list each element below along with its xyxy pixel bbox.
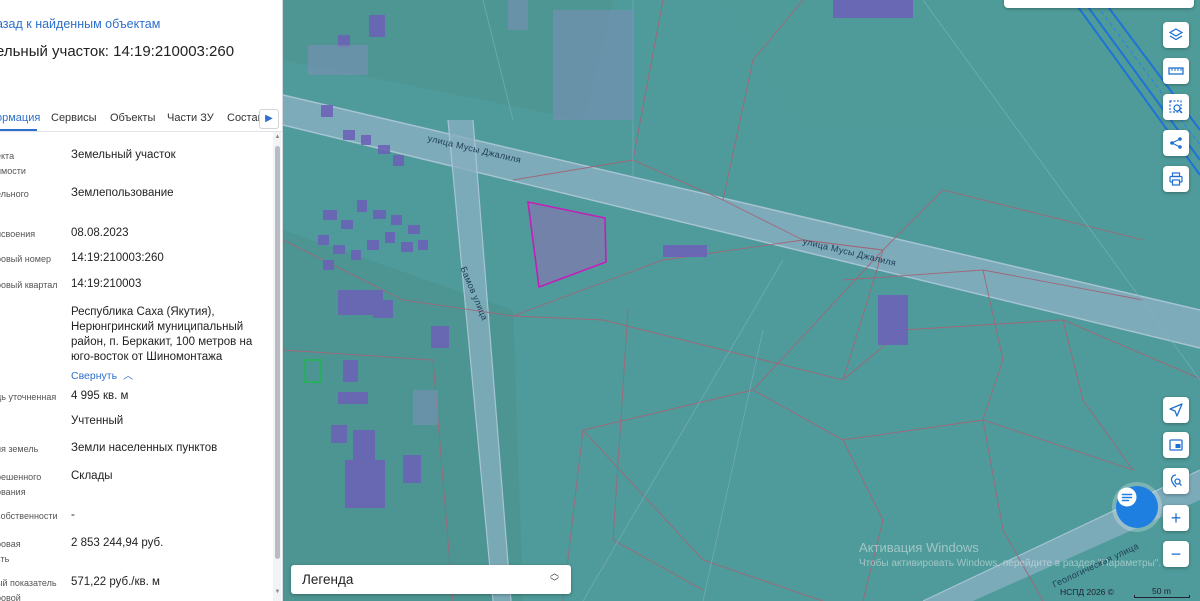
field-label-cadastral-quarter: ровый квартал bbox=[0, 280, 58, 290]
field-label-cadastral-number: ровый номер bbox=[0, 254, 51, 264]
area-select-icon bbox=[1169, 100, 1183, 114]
zoom-in-button[interactable]: + bbox=[1163, 505, 1189, 531]
field-label-object-type: ектаимости bbox=[0, 151, 26, 176]
ruler-icon bbox=[1168, 67, 1184, 75]
field-value-cadastral-quarter: 14:19:210003 bbox=[71, 278, 142, 290]
field-label-area: дь уточненная bbox=[0, 392, 57, 402]
tab-parts[interactable]: Части ЗУ bbox=[167, 112, 214, 124]
scale-bar bbox=[1134, 595, 1190, 598]
field-value-kind: Землепользование bbox=[71, 187, 174, 199]
active-tab-indicator bbox=[0, 129, 37, 131]
share-button[interactable] bbox=[1163, 130, 1189, 156]
map-view[interactable]: улица Мусы Джалиля улица Мусы Джалиля Ба… bbox=[283, 0, 1200, 601]
print-button[interactable] bbox=[1163, 166, 1189, 192]
print-icon bbox=[1169, 172, 1183, 186]
tab-objects[interactable]: Объекты bbox=[110, 112, 155, 124]
scroll-down-icon[interactable]: ▼ bbox=[274, 589, 281, 597]
info-panel: азад к найденным объектам ельный участок… bbox=[0, 0, 283, 601]
chevron-up-icon: ︿ bbox=[123, 371, 134, 382]
zoom-in-icon: + bbox=[1170, 507, 1182, 528]
zoom-out-button[interactable]: − bbox=[1163, 541, 1189, 567]
minimap-icon bbox=[1169, 439, 1183, 451]
zoom-out-icon: − bbox=[1170, 543, 1182, 564]
field-value-assign-date: 08.08.2023 bbox=[71, 227, 129, 239]
layers-icon bbox=[1169, 28, 1183, 41]
legend-dropdown[interactable]: Легенда ︿ ﹀ bbox=[291, 565, 571, 594]
chat-button[interactable] bbox=[1116, 486, 1158, 528]
map-search-box[interactable] bbox=[1004, 0, 1194, 8]
tabs-next-button[interactable]: ▶ bbox=[259, 109, 279, 129]
tab-services[interactable]: Сервисы bbox=[51, 112, 97, 124]
minimap-button[interactable] bbox=[1163, 432, 1189, 458]
field-label-permitted-use: решенногоования bbox=[0, 472, 42, 497]
field-value-land-category: Земли населенных пунктов bbox=[71, 442, 218, 454]
back-to-results-link[interactable]: азад к найденным объектам bbox=[0, 17, 160, 31]
legend-label: Легенда bbox=[302, 572, 354, 587]
scroll-up-icon[interactable]: ▲ bbox=[274, 134, 281, 142]
panel-scrollbar-thumb[interactable] bbox=[275, 146, 280, 559]
info-tabs: ормация Сервисы Объекты Части ЗУ Состав bbox=[0, 104, 282, 132]
chevron-right-icon: ▶ bbox=[265, 113, 273, 124]
field-value-ownership: - bbox=[71, 509, 75, 521]
layers-button[interactable] bbox=[1163, 22, 1189, 48]
chevron-updown-icon: ︿ ﹀ bbox=[549, 568, 559, 587]
field-label-assign-date: исвоения bbox=[0, 229, 36, 239]
tab-information[interactable]: ормация bbox=[0, 112, 40, 124]
object-title: ельный участок: 14:19:210003:260 bbox=[0, 43, 235, 60]
locate-icon bbox=[1169, 403, 1183, 417]
map-copyright: НСПД 2026 © bbox=[1060, 587, 1115, 597]
windows-activation-watermark: Активация Windows Чтобы активировать Win… bbox=[859, 540, 1162, 569]
field-value-area: 4 995 кв. м bbox=[71, 390, 129, 402]
chat-icon bbox=[1117, 487, 1137, 507]
field-value-status: Учтенный bbox=[71, 415, 124, 427]
collapse-address-link[interactable]: Свернуть ︿ bbox=[71, 367, 133, 382]
ruler-button[interactable] bbox=[1163, 58, 1189, 84]
area-select-button[interactable] bbox=[1163, 94, 1189, 120]
share-icon bbox=[1170, 137, 1182, 149]
geo-search-icon bbox=[1170, 474, 1182, 488]
field-value-address: Республика Саха (Якутия), Нерюнгринский … bbox=[71, 306, 253, 363]
locate-button[interactable] bbox=[1163, 397, 1189, 423]
map-canvas[interactable] bbox=[283, 0, 1200, 601]
field-label-unit-value: ый показательровой bbox=[0, 578, 57, 601]
geo-search-button[interactable] bbox=[1163, 468, 1189, 494]
field-value-cadastral-value: 2 853 244,94 руб. bbox=[71, 537, 164, 549]
field-value-cadastral-number: 14:19:210003:260 bbox=[71, 252, 164, 264]
field-label-ownership: собственности bbox=[0, 511, 58, 521]
tab-composition[interactable]: Состав bbox=[227, 112, 263, 124]
field-label-land-category: ия земель bbox=[0, 444, 39, 454]
field-label-kind: ельного bbox=[0, 189, 29, 199]
field-label-cadastral-value: роваясть bbox=[0, 539, 21, 564]
field-value-object-type: Земельный участок bbox=[71, 149, 176, 161]
field-value-unit-value: 571,22 руб./кв. м bbox=[71, 576, 160, 588]
field-value-permitted-use: Склады bbox=[71, 470, 113, 482]
